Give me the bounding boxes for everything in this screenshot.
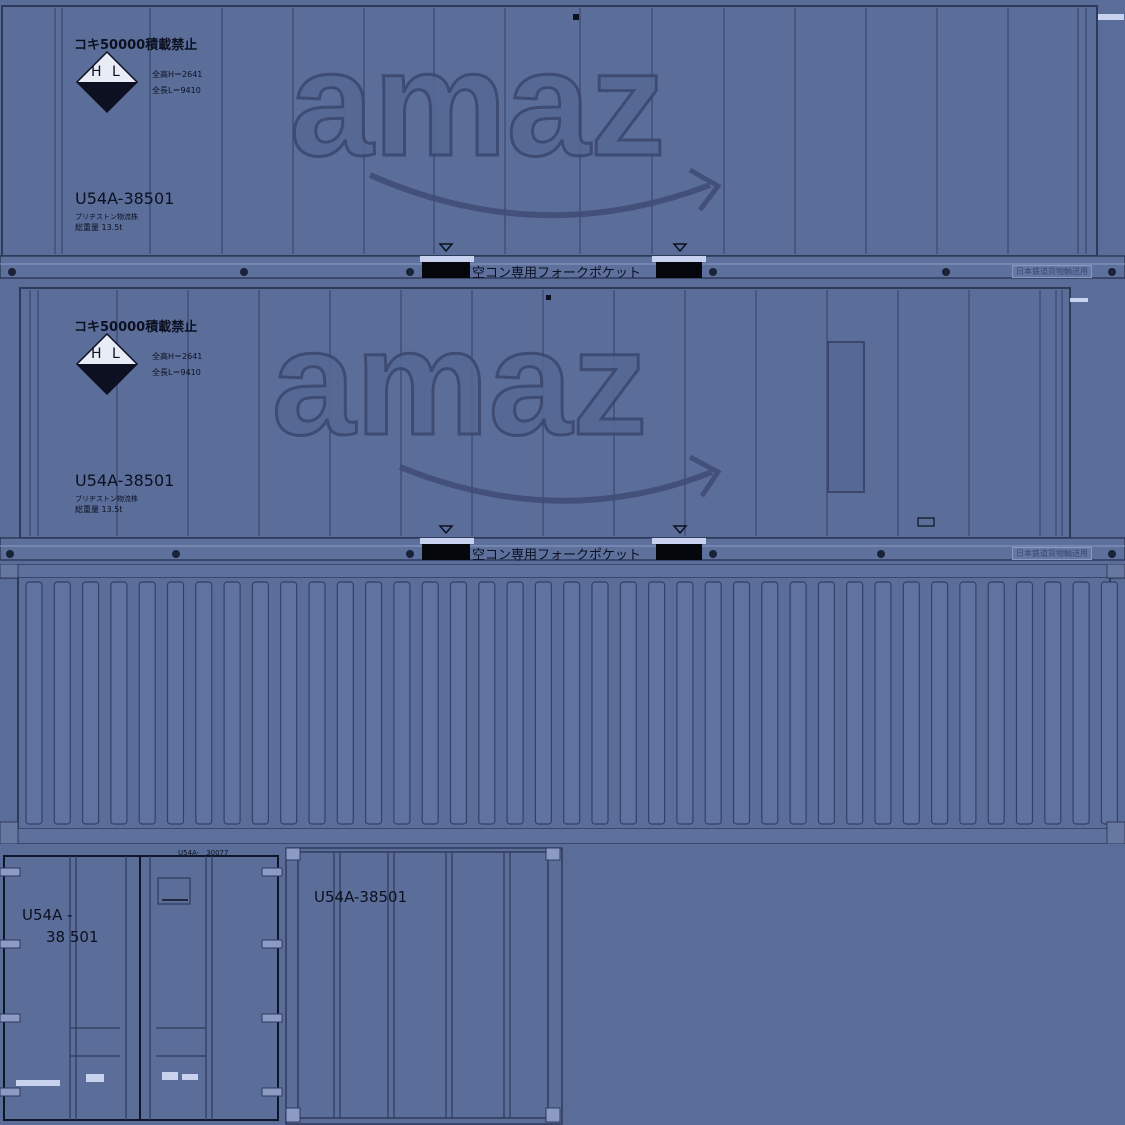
front-container-number: U54A-38501 (314, 888, 408, 906)
side-panel-a: amaz コキ50000積載禁止 H L 全高H＝2641 全長L＝9410 U… (0, 0, 1125, 282)
height-label: 全高H＝2641 (152, 70, 203, 79)
owner-label: ブリヂストン物流株 (75, 495, 138, 503)
front-end-structure (285, 847, 563, 1125)
length-label: 全長L＝9410 (152, 368, 201, 377)
roof-rib (902, 581, 920, 825)
roof-rib (817, 581, 836, 825)
svg-text:amaz: amaz (272, 298, 647, 466)
roof-rib (874, 581, 892, 825)
unused-texture-area (564, 844, 1125, 1125)
roof-rib (393, 581, 411, 825)
svg-text:amaz: amaz (290, 19, 665, 187)
side-panel-b: amaz コキ50000積載禁止 H L 全高H＝2641 全長L＝9410 U… (0, 282, 1125, 564)
door-top-code: U54A- 30077 (178, 849, 229, 857)
height-label: 全高H＝2641 (152, 352, 203, 361)
hl-right: L (112, 64, 120, 80)
roof-rib (732, 581, 751, 825)
roof-rib (195, 581, 213, 825)
fork-pocket-label: 空コン専用フォークポケット (472, 548, 642, 563)
roof-rib (676, 581, 694, 825)
gross-weight: 総重量 13.5t (75, 505, 123, 514)
roof-rib (449, 581, 468, 825)
roof-rib (563, 581, 581, 825)
roof-rib (846, 581, 864, 825)
front-end-panel: U54A-38501 (284, 844, 564, 1125)
corrugated-roof-icon (0, 564, 1125, 844)
roof-rib (308, 581, 326, 825)
roof-rib (619, 581, 637, 825)
hl-right: L (112, 346, 120, 362)
roof-rib (647, 581, 666, 825)
roof-rib (761, 581, 779, 825)
fork-pocket-label: 空コン専用フォークポケット (472, 266, 642, 281)
roof-rib (1044, 581, 1062, 825)
roof-rib (1100, 581, 1119, 825)
length-label: 全長L＝9410 (152, 86, 201, 95)
container-texture-sheet: amaz コキ50000積載禁止 H L 全高H＝2641 全長L＝9410 U… (0, 0, 1125, 1125)
hl-left: H (91, 64, 102, 80)
owner-label: ブリヂストン物流株 (75, 213, 138, 221)
roof-rib (478, 581, 496, 825)
roof-rib (138, 581, 156, 825)
door-end-panel: U54A- 30077 U54A - 38 501 (0, 844, 284, 1125)
roof-rib (251, 581, 269, 825)
door-end-structure (0, 855, 283, 1121)
jnr-label: 日本鉄道貨物輸送用 (1012, 265, 1092, 278)
roof-rib (930, 581, 949, 825)
roof-rib (987, 581, 1005, 825)
container-number: U54A-38501 (75, 189, 175, 208)
roof-rib (959, 581, 977, 825)
roof-rib (336, 581, 354, 825)
roof-rib (1015, 581, 1034, 825)
roof-rib (223, 581, 241, 825)
roof-rib (534, 581, 553, 825)
hl-diamond-icon (75, 332, 139, 396)
roof-rib (81, 581, 100, 825)
roof-rib (25, 581, 43, 825)
roof-rib (789, 581, 807, 825)
hl-diamond-icon (75, 50, 139, 114)
jnr-label: 日本鉄道貨物輸送用 (1012, 547, 1092, 560)
roof-rib (110, 581, 128, 825)
container-number: U54A-38501 (75, 471, 175, 490)
roof-rib (1072, 581, 1090, 825)
roof-rib (166, 581, 185, 825)
roof-rib (506, 581, 524, 825)
hl-left: H (91, 346, 102, 362)
roof-rib (280, 581, 298, 825)
roof-rib (365, 581, 383, 825)
door-number-line1: U54A - (22, 906, 73, 924)
gross-weight: 総重量 13.5t (75, 223, 123, 232)
roof-rib (53, 581, 71, 825)
roof-rib (421, 581, 439, 825)
door-number-line2: 38 501 (46, 928, 99, 946)
roof-structure (0, 564, 1125, 844)
roof-rib (591, 581, 609, 825)
roof-rib (704, 581, 722, 825)
